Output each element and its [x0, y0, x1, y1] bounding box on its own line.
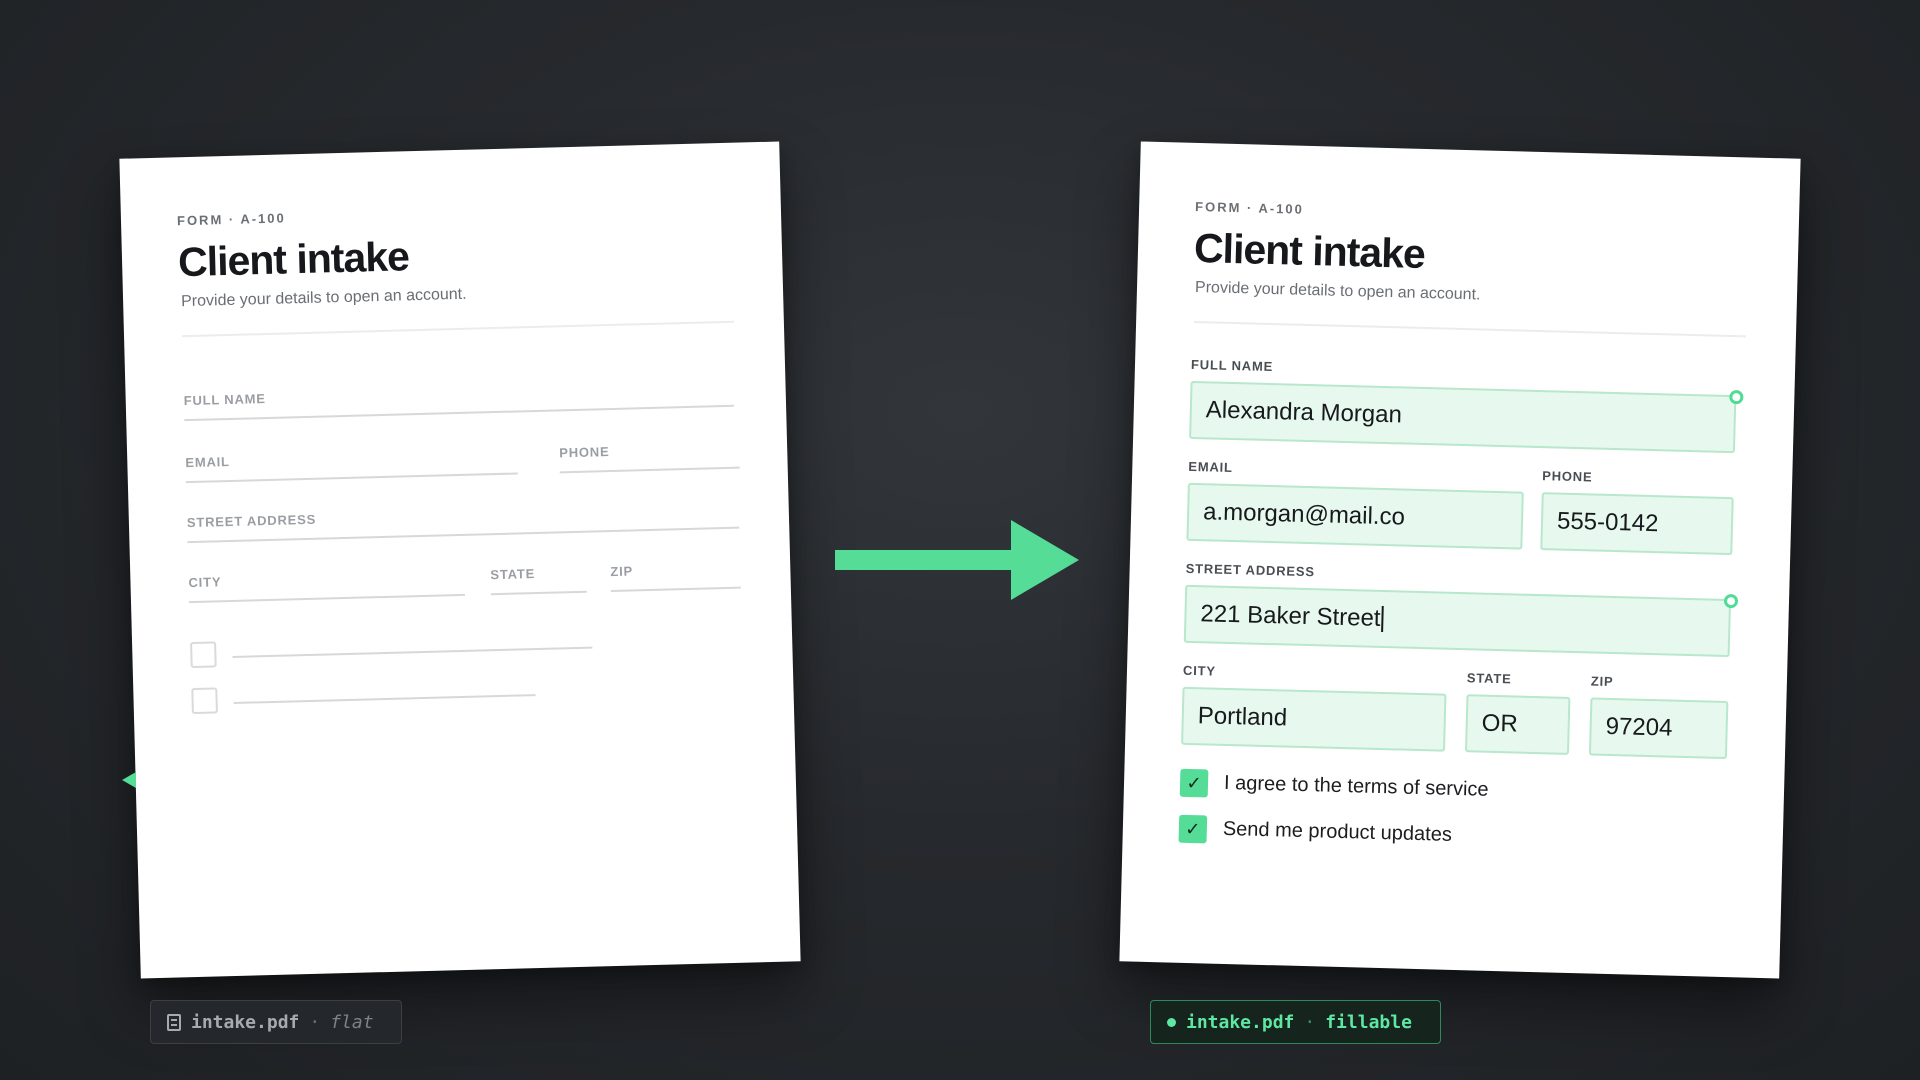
zip-value: 97204 [1605, 712, 1673, 742]
resize-handle-icon[interactable] [1723, 593, 1739, 609]
phone-line [559, 466, 740, 474]
updates-checkbox-label: Send me product updates [1222, 817, 1453, 846]
divider [182, 320, 734, 338]
email-field[interactable]: a.morgan@mail.co [1186, 482, 1524, 550]
form-subtitle: Provide your details to open an account. [1194, 278, 1481, 304]
phone-label: PHONE [1542, 468, 1593, 485]
checkbox-line [232, 646, 593, 658]
form-code: FORM · A-100 [1194, 198, 1305, 217]
checkbox-line [233, 694, 536, 704]
email-label: EMAIL [1188, 458, 1233, 476]
checkbox-placeholder [191, 687, 218, 715]
full-name-label: FULL NAME [1190, 356, 1274, 375]
status-dot-icon [1167, 1017, 1176, 1027]
flat-file-tag: intake.pdf · flat [150, 1000, 402, 1044]
email-value: a.morgan@mail.co [1202, 498, 1406, 531]
terms-checkbox[interactable]: ✓ [1179, 768, 1209, 798]
checkmark-icon: ✓ [1185, 818, 1201, 839]
separator: · [1304, 1011, 1316, 1033]
file-kind: fillable [1325, 1011, 1412, 1033]
full-name-label: FULL NAME [183, 391, 266, 409]
state-line [490, 590, 587, 596]
state-value: OR [1481, 709, 1519, 738]
file-kind: flat [330, 1011, 374, 1033]
street-value: 221 Baker Street [1200, 600, 1381, 632]
separator: · [309, 1011, 321, 1033]
fillable-file-tag: intake.pdf · fillable [1150, 1000, 1441, 1044]
email-label: EMAIL [185, 453, 230, 471]
fillable-form-sheet: FORM · A-100 Client intake Provide your … [1119, 141, 1801, 979]
updates-checkbox[interactable]: ✓ [1178, 814, 1208, 844]
file-name: intake.pdf [1186, 1011, 1295, 1033]
street-label: STREET ADDRESS [186, 511, 317, 531]
form-title: Client intake [177, 233, 410, 286]
terms-checkbox-label: I agree to the terms of service [1223, 771, 1489, 801]
zip-label: ZIP [1590, 673, 1614, 690]
form-subtitle: Provide your details to open an account. [180, 285, 467, 311]
phone-value: 555-0142 [1556, 507, 1659, 538]
full-name-field[interactable]: Alexandra Morgan [1189, 380, 1737, 454]
arrow-right-icon [835, 520, 1079, 600]
street-label: STREET ADDRESS [1185, 560, 1316, 580]
street-address-field[interactable]: 221 Baker Street [1183, 584, 1732, 658]
phone-field[interactable]: 555-0142 [1540, 492, 1734, 556]
checkmark-icon: ✓ [1186, 772, 1202, 793]
city-label: CITY [188, 574, 222, 591]
resize-handle-icon[interactable] [1729, 389, 1744, 405]
city-field[interactable]: Portland [1181, 686, 1447, 752]
zip-label: ZIP [610, 563, 634, 580]
checkbox-placeholder [190, 641, 217, 669]
divider [1194, 320, 1746, 338]
file-name: intake.pdf [191, 1011, 300, 1033]
arrowhead-fragment-icon [122, 772, 136, 788]
phone-label: PHONE [559, 444, 610, 461]
full-name-line [184, 404, 735, 422]
state-label: STATE [1466, 670, 1512, 687]
document-icon [167, 1013, 181, 1031]
state-field[interactable]: OR [1464, 694, 1571, 755]
zip-line [610, 586, 741, 593]
city-label: CITY [1182, 662, 1217, 679]
city-value: Portland [1197, 702, 1288, 732]
form-title: Client intake [1193, 224, 1426, 277]
zip-field[interactable]: 97204 [1588, 697, 1729, 760]
form-code: FORM · A-100 [176, 210, 286, 229]
state-label: STATE [490, 566, 536, 583]
full-name-value: Alexandra Morgan [1205, 396, 1403, 429]
city-line [188, 593, 465, 604]
flat-form-sheet: FORM · A-100 Client intake Provide your … [119, 141, 801, 979]
text-caret [1381, 605, 1384, 633]
email-line [185, 472, 518, 484]
street-line [187, 526, 740, 544]
